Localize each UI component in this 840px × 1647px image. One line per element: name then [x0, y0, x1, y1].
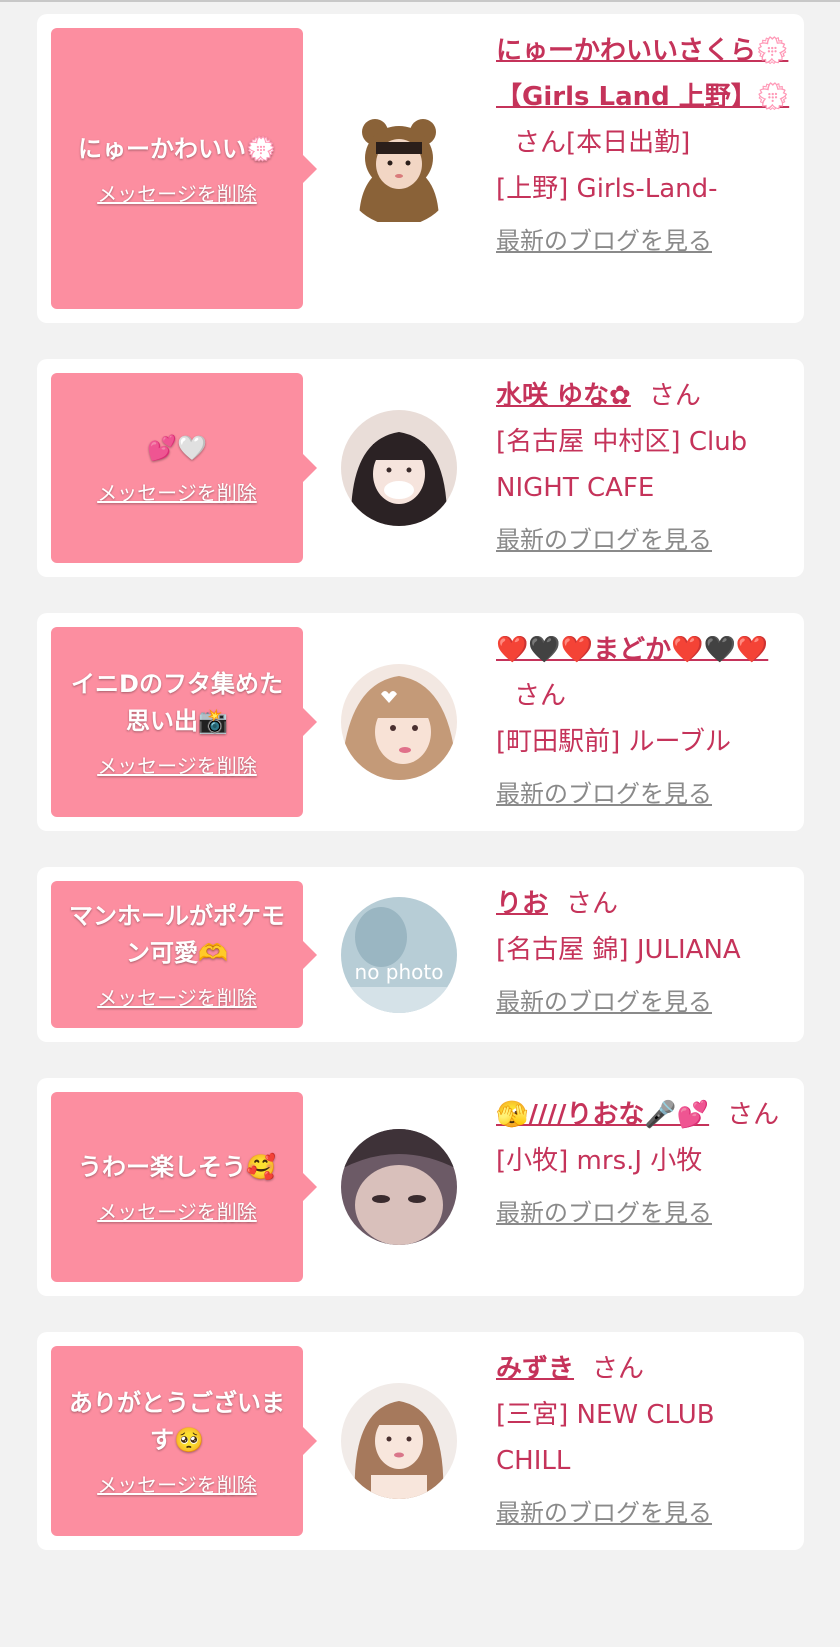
shop-label: [町田駅前] ルーブル	[496, 727, 731, 757]
sender-name-link[interactable]: みずき	[496, 1354, 574, 1384]
sender-info: りお さん [名古屋 錦] JULIANA 最新のブログを見る	[496, 881, 794, 1025]
sender-name-line: みずき さん	[496, 1346, 794, 1392]
delete-message-link[interactable]: メッセージを削除	[97, 1196, 257, 1225]
sender-honorific: さん	[566, 889, 619, 919]
sender-info: みずき さん [三宮] NEW CLUB CHILL 最新のブログを見る	[496, 1346, 794, 1536]
sender-name-line: りお さん	[496, 881, 794, 927]
avatar[interactable]	[341, 110, 457, 226]
message-bubble: ありがとうございます🥺 メッセージを削除	[51, 1346, 317, 1536]
delete-message-link[interactable]: メッセージを削除	[97, 982, 257, 1011]
avatar[interactable]: no photo	[341, 897, 457, 1013]
sender-name-link[interactable]: ❤️🖤❤️まどか❤️🖤❤️	[496, 635, 768, 665]
shop-label: [三宮] NEW CLUB CHILL	[496, 1400, 715, 1476]
latest-blog-link[interactable]: 最新のブログを見る	[496, 218, 712, 264]
latest-blog-link[interactable]: 最新のブログを見る	[496, 771, 712, 817]
sender-honorific: さん	[514, 681, 567, 711]
message-text: 💕🤍	[147, 434, 207, 462]
message-card: にゅーかわいい💮 メッセージを削除 にゅーかわいいさくら💮【Girls Land…	[37, 14, 804, 323]
latest-blog-link[interactable]: 最新のブログを見る	[496, 517, 712, 563]
sender-info: ❤️🖤❤️まどか❤️🖤❤️ さん [町田駅前] ルーブル 最新のブログを見る	[496, 627, 794, 817]
message-card: ありがとうございます🥺 メッセージを削除 みずき さん [三宮] NEW CLUB…	[37, 1332, 804, 1550]
sender-honorific: さん	[727, 1100, 780, 1130]
avatar[interactable]	[341, 410, 457, 526]
sender-info: 🫣////りおな🎤💕 さん [小牧] mrs.J 小牧 最新のブログを見る	[496, 1092, 794, 1236]
sender-honorific: さん	[648, 381, 701, 411]
message-text: うわー楽しそう🥰	[78, 1153, 276, 1181]
top-divider	[0, 0, 840, 2]
latest-blog-link[interactable]: 最新のブログを見る	[496, 1490, 712, 1536]
sender-name-link[interactable]: 水咲 ゆな✿	[496, 381, 631, 411]
latest-blog-link[interactable]: 最新のブログを見る	[496, 979, 712, 1025]
delete-message-link[interactable]: メッセージを削除	[97, 750, 257, 779]
no-photo-text: no photo	[355, 960, 444, 984]
message-text: ありがとうございます🥺	[69, 1388, 285, 1454]
sender-name-link[interactable]: にゅーかわいいさくら💮【Girls Land 上野】💮	[496, 36, 789, 112]
sender-honorific: さん	[592, 1354, 645, 1384]
avatar[interactable]	[341, 1383, 457, 1499]
message-card: うわー楽しそう🥰 メッセージを削除 🫣////りおな🎤💕 さん [小牧] mrs.…	[37, 1078, 804, 1296]
delete-message-link[interactable]: メッセージを削除	[97, 1469, 257, 1498]
message-text: マンホールがポケモン可愛🫶	[69, 902, 285, 967]
avatar[interactable]	[341, 1129, 457, 1245]
shop-label: [小牧] mrs.J 小牧	[496, 1146, 703, 1176]
message-bubble: 💕🤍 メッセージを削除	[51, 373, 317, 563]
sender-name-line: ❤️🖤❤️まどか❤️🖤❤️ さん	[496, 627, 794, 719]
sender-info: 水咲 ゆな✿ さん [名古屋 中村区] Club NIGHT CAFE 最新のブロ…	[496, 373, 794, 563]
shop-label: [名古屋 錦] JULIANA	[496, 935, 741, 965]
shop-label: [名古屋 中村区] Club NIGHT CAFE	[496, 427, 748, 503]
shop-label: [上野] Girls-Land-	[496, 174, 718, 204]
message-bubble: イニDのフタ集めた思い出📸 メッセージを削除	[51, 627, 317, 817]
sender-name-link[interactable]: りお	[496, 889, 548, 919]
sender-name-line: 🫣////りおな🎤💕 さん	[496, 1092, 794, 1138]
delete-message-link[interactable]: メッセージを削除	[97, 477, 257, 506]
message-card: マンホールがポケモン可愛🫶 メッセージを削除 no photo りお さん [名古…	[37, 867, 804, 1042]
avatar[interactable]	[341, 664, 457, 780]
sender-honorific: さん[本日出勤]	[514, 128, 691, 158]
message-text: にゅーかわいい💮	[78, 134, 276, 163]
message-bubble: にゅーかわいい💮 メッセージを削除	[51, 28, 317, 309]
sender-info: にゅーかわいいさくら💮【Girls Land 上野】💮 さん[本日出勤] [上野]…	[496, 28, 794, 264]
sender-name-line: 水咲 ゆな✿ さん	[496, 373, 794, 419]
message-bubble: マンホールがポケモン可愛🫶 メッセージを削除	[51, 881, 317, 1028]
sender-name-link[interactable]: 🫣////りおな🎤💕	[496, 1100, 709, 1130]
delete-message-link[interactable]: メッセージを削除	[97, 178, 257, 207]
sender-name-line: にゅーかわいいさくら💮【Girls Land 上野】💮 さん[本日出勤]	[496, 28, 794, 166]
message-bubble: うわー楽しそう🥰 メッセージを削除	[51, 1092, 317, 1282]
message-card: イニDのフタ集めた思い出📸 メッセージを削除 ❤️🖤❤️まどか❤️🖤❤️ さん […	[37, 613, 804, 831]
message-card: 💕🤍 メッセージを削除 水咲 ゆな✿ さん [名古屋 中村区] Club NIGH…	[37, 359, 804, 577]
message-text: イニDのフタ集めた思い出📸	[71, 669, 283, 735]
latest-blog-link[interactable]: 最新のブログを見る	[496, 1190, 712, 1236]
